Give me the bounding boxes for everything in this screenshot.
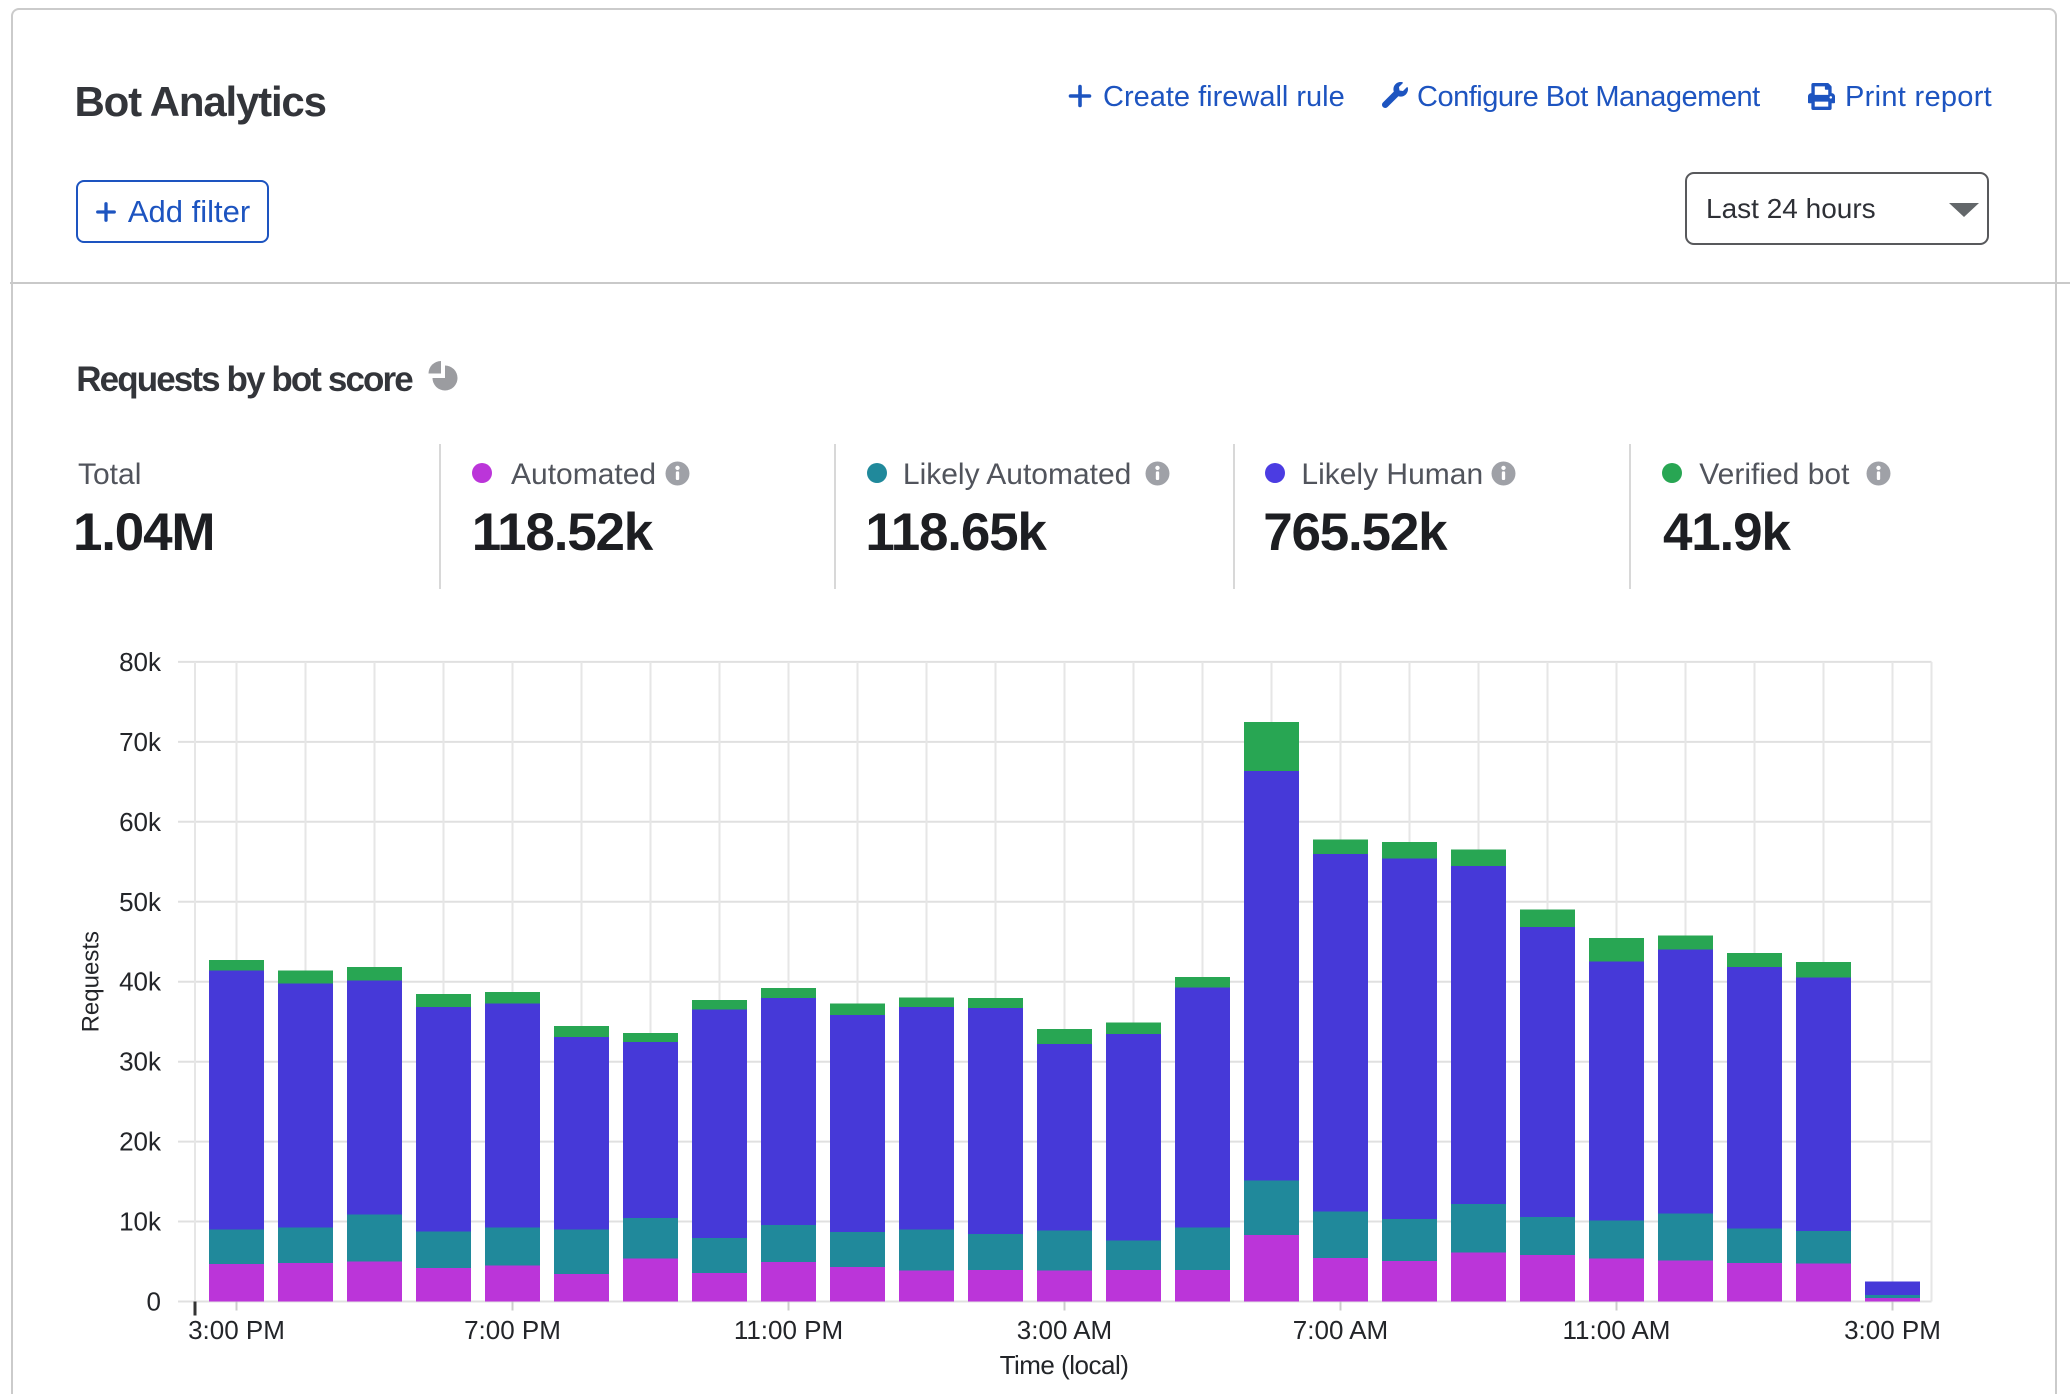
svg-text:Requests: Requests [78, 931, 105, 1032]
svg-text:11:00 PM: 11:00 PM [734, 1315, 843, 1345]
svg-text:10k: 10k [119, 1207, 162, 1237]
svg-text:Time (local): Time (local) [1000, 1350, 1129, 1380]
svg-text:40k: 40k [119, 967, 162, 997]
svg-text:3:00 PM: 3:00 PM [1844, 1315, 1941, 1345]
svg-text:60k: 60k [119, 807, 162, 837]
svg-text:3:00 AM: 3:00 AM [1017, 1315, 1112, 1345]
svg-text:7:00 AM: 7:00 AM [1293, 1315, 1388, 1345]
svg-text:7:00 PM: 7:00 PM [464, 1315, 561, 1345]
svg-text:3:00 PM: 3:00 PM [188, 1315, 285, 1345]
svg-text:20k: 20k [119, 1127, 162, 1157]
svg-text:70k: 70k [119, 727, 162, 757]
svg-text:30k: 30k [119, 1047, 162, 1077]
svg-text:80k: 80k [119, 647, 162, 677]
svg-text:11:00 AM: 11:00 AM [1563, 1315, 1671, 1345]
svg-text:50k: 50k [119, 887, 162, 917]
svg-text:0: 0 [147, 1287, 161, 1317]
